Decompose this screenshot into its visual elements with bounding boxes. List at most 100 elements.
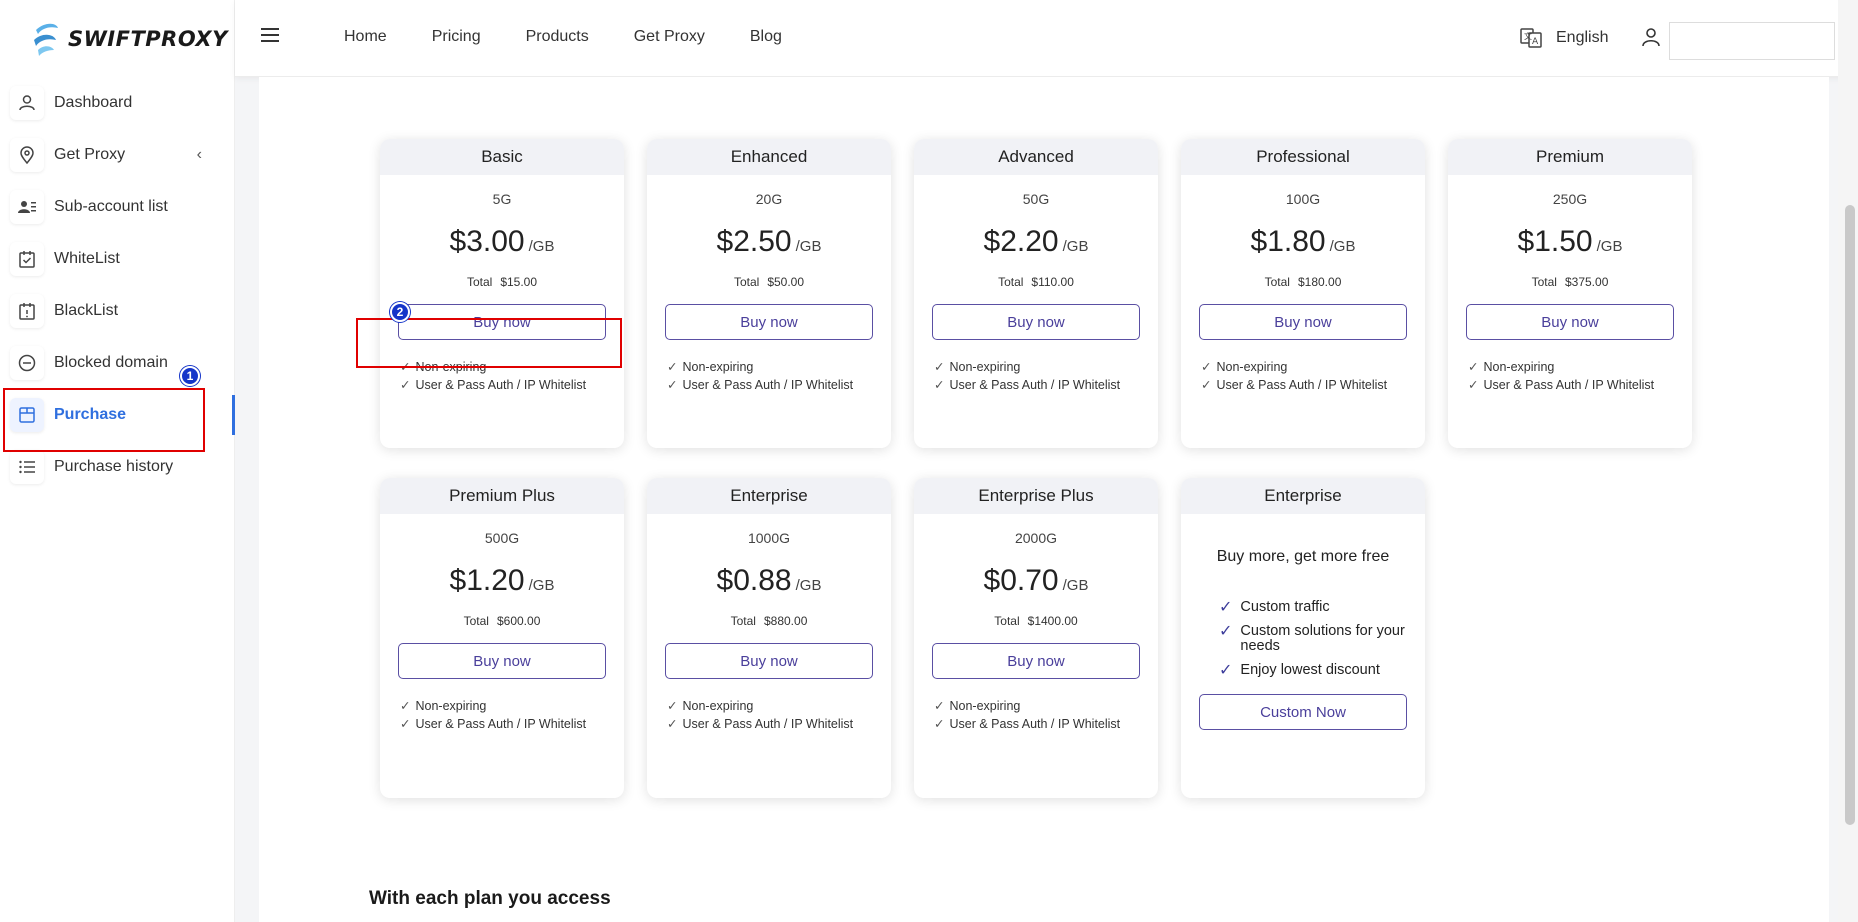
sidebar-item-sub-account-list[interactable]: Sub-account list xyxy=(0,181,234,233)
price-value: $1.80 xyxy=(1250,225,1326,258)
check-icon: ✓ xyxy=(400,717,411,731)
total-label: Total xyxy=(463,614,489,628)
feature-item: ✓ User & Pass Auth / IP Whitelist xyxy=(667,715,891,733)
total-value: $180.00 xyxy=(1297,275,1342,289)
sidebar-item-blacklist[interactable]: BlackList xyxy=(0,285,234,337)
enterprise-plus-buy-button[interactable]: Buy now xyxy=(932,643,1140,679)
total-value: $15.00 xyxy=(500,275,538,289)
enterprise-feature-item: ✓ Enjoy lowest discount xyxy=(1219,663,1425,679)
calendar-check-icon xyxy=(10,242,44,276)
total-label: Total xyxy=(1531,275,1557,289)
check-icon: ✓ xyxy=(1219,599,1233,616)
plan-features: ✓ Non-expiring ✓ User & Pass Auth / IP Whi… xyxy=(647,697,891,733)
svg-text:文: 文 xyxy=(1524,31,1532,41)
plan-traffic: 250G xyxy=(1552,191,1588,207)
plan-features: ✓ Non-expiring ✓ User & Pass Auth / IP Whi… xyxy=(914,358,1158,394)
logo[interactable]: SWIFTPROXY xyxy=(0,0,234,77)
brand-name: SWIFTPROXY xyxy=(68,26,228,51)
feature-text: Non-expiring xyxy=(949,360,1021,374)
feature-text: User & Pass Auth / IP Whitelist xyxy=(415,378,587,392)
advanced-buy-button[interactable]: Buy now xyxy=(932,304,1140,340)
chevron-left-icon[interactable]: ‹ xyxy=(197,146,202,164)
professional-buy-button[interactable]: Buy now xyxy=(1199,304,1407,340)
feature-text: Non-expiring xyxy=(1483,360,1555,374)
price-value: $2.50 xyxy=(716,225,792,258)
enterprise-buy-button[interactable]: Buy now xyxy=(665,643,873,679)
feature-item: ✓ User & Pass Auth / IP Whitelist xyxy=(1468,376,1692,394)
scrollbar-thumb[interactable] xyxy=(1845,205,1855,825)
feature-text: User & Pass Auth / IP Whitelist xyxy=(949,378,1121,392)
sidebar-item-blocked-domain[interactable]: Blocked domain xyxy=(0,337,234,389)
plan-name: Advanced xyxy=(914,139,1158,175)
account-icon[interactable] xyxy=(1640,26,1662,48)
check-icon: ✓ xyxy=(1468,360,1479,374)
total-label: Total xyxy=(466,275,493,289)
check-icon: ✓ xyxy=(1201,360,1212,374)
sidebar-item-whitelist[interactable]: WhiteList xyxy=(0,233,234,285)
check-icon: ✓ xyxy=(667,699,678,713)
plan-total: Total $375.00 xyxy=(1448,275,1692,289)
plan-price: $1.80/GB xyxy=(1181,225,1425,259)
total-value: $600.00 xyxy=(496,614,541,628)
sidebar-item-label: Dashboard xyxy=(54,94,133,111)
sidebar-item-label: Blocked domain xyxy=(54,354,168,371)
language-selector[interactable]: 文A English xyxy=(1520,27,1608,49)
plan-traffic: 500G xyxy=(484,530,520,546)
feature-text: Custom traffic xyxy=(1240,599,1330,615)
sidebar-item-dashboard[interactable]: Dashboard xyxy=(0,77,234,129)
check-icon: ✓ xyxy=(667,378,678,392)
plan-total: Total $110.00 xyxy=(914,275,1158,289)
premium-buy-button[interactable]: Buy now xyxy=(1466,304,1674,340)
plan-card-advanced: Advanced 50G $2.20/GB Total $110.00 Buy n… xyxy=(914,139,1158,448)
plan-name: Enterprise xyxy=(647,478,891,514)
svg-text:A: A xyxy=(1532,37,1539,47)
enterprise-features: ✓ Custom traffic ✓ Custom solutions for yo… xyxy=(1181,599,1425,679)
total-value: $880.00 xyxy=(763,614,808,628)
sidebar-item-get-proxy[interactable]: Get Proxy ‹ xyxy=(0,129,234,181)
nav-link-pricing[interactable]: Pricing xyxy=(432,28,481,46)
plan-total: Total $880.00 xyxy=(647,614,891,628)
account-name-box[interactable] xyxy=(1669,22,1835,60)
plan-total: Total $600.00 xyxy=(380,614,624,628)
custom-now-button[interactable]: Custom Now xyxy=(1199,694,1407,730)
plan-features: ✓ Non-expiring ✓ User & Pass Auth / IP Whi… xyxy=(647,358,891,394)
nav-link-blog[interactable]: Blog xyxy=(750,28,782,46)
plan-features: ✓ Non-expiring ✓ User & Pass Auth / IP Whi… xyxy=(1181,358,1425,394)
price-unit: /GB xyxy=(1329,238,1356,255)
menu-toggle-icon[interactable] xyxy=(261,28,279,42)
enterprise-tagline: Buy more, get more free xyxy=(1216,548,1390,565)
translate-icon: 文A xyxy=(1520,28,1542,48)
plan-card-premium-plus: Premium Plus 500G $1.20/GB Total $600.00 … xyxy=(380,478,624,798)
check-icon: ✓ xyxy=(934,360,945,374)
nav-link-get-proxy[interactable]: Get Proxy xyxy=(634,28,705,46)
feature-item: ✓ Non-expiring xyxy=(400,697,624,715)
language-label: English xyxy=(1556,29,1609,46)
plan-traffic: 50G xyxy=(1022,191,1050,207)
plan-features: ✓ Non-expiring ✓ User & Pass Auth / IP Whi… xyxy=(1448,358,1692,394)
price-unit: /GB xyxy=(1062,577,1089,594)
feature-text: User & Pass Auth / IP Whitelist xyxy=(682,717,854,731)
highlight-box-purchase xyxy=(3,388,205,452)
plan-name: Professional xyxy=(1181,139,1425,175)
price-unit: /GB xyxy=(1062,238,1089,255)
plan-price: $3.00/GB xyxy=(380,225,624,259)
page-scrollbar[interactable] xyxy=(1838,0,1858,922)
plan-name: Premium Plus xyxy=(380,478,624,514)
calendar-alert-icon xyxy=(10,294,44,328)
plan-card-enterprise-plus: Enterprise Plus 2000G $0.70/GB Total $140… xyxy=(914,478,1158,798)
nav-link-home[interactable]: Home xyxy=(344,28,387,46)
nav-link-products[interactable]: Products xyxy=(526,28,589,46)
price-value: $1.50 xyxy=(1517,225,1593,258)
enhanced-buy-button[interactable]: Buy now xyxy=(665,304,873,340)
premium-plus-buy-button[interactable]: Buy now xyxy=(398,643,606,679)
plan-features: ✓ Non-expiring ✓ User & Pass Auth / IP Whi… xyxy=(380,697,624,733)
total-label: Total xyxy=(994,614,1020,628)
feature-text: Non-expiring xyxy=(682,699,754,713)
plan-card-enterprise: Enterprise 1000G $0.88/GB Total $880.00 B… xyxy=(647,478,891,798)
price-value: $3.00 xyxy=(449,225,525,258)
price-unit: /GB xyxy=(528,577,555,594)
check-icon: ✓ xyxy=(934,378,945,392)
minus-circle-icon xyxy=(10,346,44,380)
plan-traffic: 100G xyxy=(1285,191,1321,207)
plan-traffic: 1000G xyxy=(747,530,791,546)
